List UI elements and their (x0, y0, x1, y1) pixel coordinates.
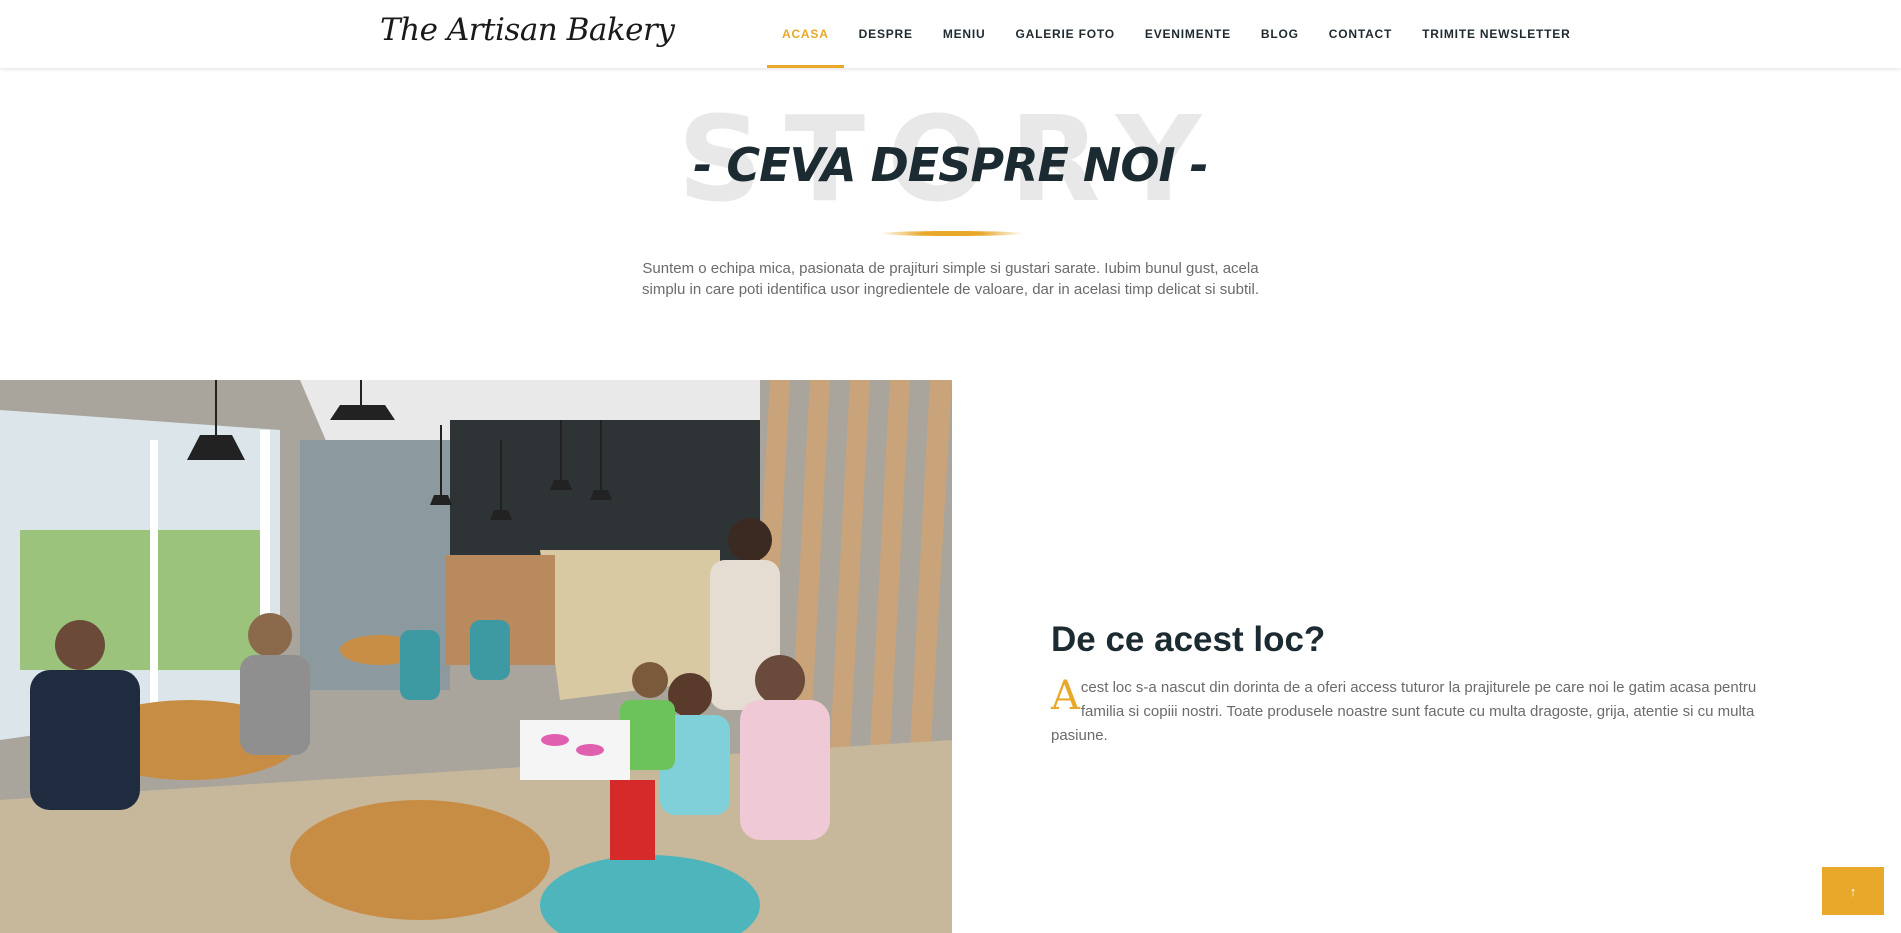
bakery-interior-photo (0, 380, 952, 933)
nav-item-meniu[interactable]: MENIU (928, 0, 1001, 68)
about-heading: De ce acest loc? (1051, 620, 1326, 659)
intro-text: Suntem o echipa mica, pasionata de praji… (642, 260, 1259, 298)
about-text: Acest loc s-a nascut din dorinta de a of… (1051, 676, 1791, 748)
title-underline (880, 231, 1024, 236)
about-text-body: cest loc s-a nascut din dorinta de a ofe… (1051, 679, 1757, 744)
arrow-up-icon: ↑ (1849, 883, 1857, 899)
nav-item-acasa[interactable]: ACASA (767, 0, 844, 68)
drop-cap: A (1051, 673, 1080, 719)
nav-item-evenimente[interactable]: EVENIMENTE (1130, 0, 1246, 68)
main-nav: ACASA DESPRE MENIU GALERIE FOTO EVENIMEN… (767, 0, 1586, 68)
nav-item-newsletter[interactable]: TRIMITE NEWSLETTER (1407, 0, 1585, 68)
nav-item-contact[interactable]: CONTACT (1314, 0, 1407, 68)
back-to-top-button[interactable]: ↑ (1822, 867, 1884, 915)
nav-item-blog[interactable]: BLOG (1246, 0, 1314, 68)
site-logo[interactable]: The Artisan Bakery (380, 12, 675, 48)
nav-item-despre[interactable]: DESPRE (844, 0, 928, 68)
nav-item-galerie-foto[interactable]: GALERIE FOTO (1001, 0, 1130, 68)
site-header: The Artisan Bakery ACASA DESPRE MENIU GA… (0, 0, 1901, 68)
section-title: - CEVA DESPRE NOI - (693, 138, 1209, 192)
